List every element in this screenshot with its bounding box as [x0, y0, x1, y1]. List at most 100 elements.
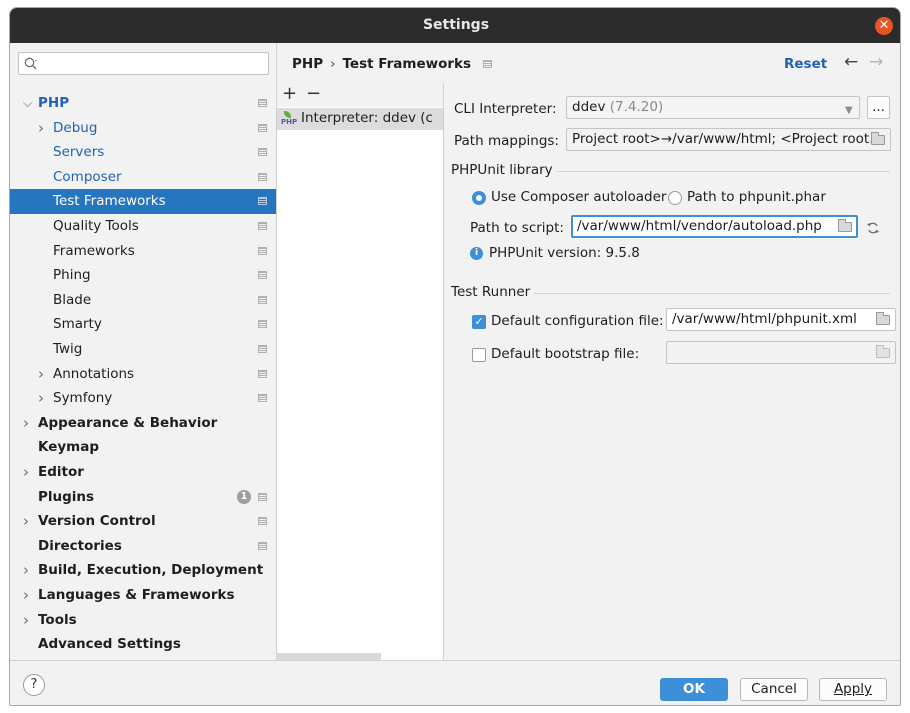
sidebar-item[interactable]: Servers [10, 140, 276, 165]
sidebar-item[interactable]: Blade [10, 288, 276, 313]
sidebar-item[interactable]: ⌵ PHP [10, 91, 276, 116]
horizontal-scrollbar[interactable] [277, 653, 381, 660]
project-scope-icon [258, 172, 267, 181]
remove-interpreter-button[interactable]: − [306, 83, 321, 104]
path-to-script-label: Path to script: [470, 220, 564, 236]
settings-dialog: Settings ✕ ⌵ PHP › Debug Servers Composer Test… [9, 7, 901, 706]
sidebar-item-label: PHP [38, 95, 70, 111]
sidebar-item-label: Quality Tools [53, 218, 139, 234]
back-arrow-icon[interactable]: ← [844, 52, 858, 72]
add-interpreter-button[interactable]: + [282, 83, 297, 104]
chevron-right-icon[interactable]: › [23, 583, 35, 607]
ok-button[interactable]: OK [660, 678, 728, 701]
project-scope-icon [258, 123, 267, 132]
sidebar-item[interactable]: › Appearance & Behavior [10, 411, 276, 436]
section-separator [534, 293, 890, 294]
cli-interpreter-select[interactable]: ddev (7.4.20) ▼ [566, 96, 860, 119]
project-scope-icon [258, 271, 267, 280]
interpreter-list-panel: + − PHP Interpreter: ddev (c [277, 83, 443, 660]
sidebar-item[interactable]: Quality Tools [10, 214, 276, 239]
sidebar-item[interactable]: › Debug [10, 116, 276, 141]
chevron-right-icon[interactable]: › [38, 116, 50, 140]
browse-interpreters-button[interactable]: ... [867, 96, 890, 119]
breadcrumb-php[interactable]: PHP [292, 56, 323, 72]
sidebar-item-label: Symfony [53, 390, 113, 407]
sidebar-item[interactable]: › Symfony [10, 386, 276, 411]
default-bootstrap-checkbox[interactable] [472, 348, 486, 362]
chevron-right-icon[interactable]: › [23, 411, 35, 435]
cli-interpreter-version: (7.4.20) [609, 99, 664, 115]
sidebar-item[interactable]: › Version Control [10, 509, 276, 534]
sidebar-item[interactable]: Test Frameworks [10, 189, 276, 214]
sidebar-item[interactable]: Advanced Settings [10, 632, 276, 657]
apply-button[interactable]: Apply [819, 678, 887, 701]
sidebar-item[interactable]: Directories [10, 534, 276, 559]
sidebar-item[interactable]: › Tools [10, 608, 276, 633]
sidebar-item[interactable]: Keymap [10, 435, 276, 460]
chevron-right-icon[interactable]: › [38, 362, 50, 386]
default-config-input[interactable]: /var/www/html/phpunit.xml [666, 308, 896, 331]
sidebar-item-label: Keymap [38, 439, 100, 456]
search-input[interactable] [18, 52, 269, 75]
chevron-right-icon[interactable]: › [23, 558, 35, 582]
project-scope-icon [258, 99, 267, 107]
phpunit-library-section: PHPUnit library [451, 162, 553, 178]
forward-arrow-icon[interactable]: → [869, 52, 883, 72]
info-icon: i [470, 247, 483, 260]
chevron-down-icon[interactable]: ⌵ [23, 91, 35, 115]
cancel-button[interactable]: Cancel [740, 678, 808, 701]
sidebar-item[interactable]: Composer [10, 165, 276, 190]
sidebar-item[interactable]: Twig [10, 337, 276, 362]
sidebar-item[interactable]: › Editor [10, 460, 276, 485]
folder-icon[interactable] [876, 312, 890, 325]
sidebar-item[interactable]: › Languages & Frameworks [10, 583, 276, 608]
default-config-checkbox[interactable]: ✓ [472, 315, 486, 329]
section-separator [557, 171, 890, 172]
sidebar-item[interactable]: › Build, Execution, Deployment [10, 558, 276, 583]
chevron-down-icon: ▼ [845, 105, 853, 116]
window-title: Settings [422, 17, 490, 33]
close-button[interactable]: ✕ [875, 17, 893, 35]
cli-interpreter-value: ddev [572, 99, 606, 115]
sidebar-item-label: Languages & Frameworks [38, 587, 235, 603]
folder-icon [876, 345, 890, 358]
help-button[interactable]: ? [23, 674, 45, 696]
breadcrumb-current: Test Frameworks [342, 56, 472, 72]
composer-autoloader-label[interactable]: Use Composer autoloader [491, 189, 666, 205]
settings-tree-panel: ⌵ PHP › Debug Servers Composer Test Frameworks… [10, 43, 276, 660]
chevron-right-icon[interactable]: › [38, 386, 50, 410]
project-scope-icon [258, 492, 267, 501]
sidebar-item[interactable]: Smarty [10, 312, 276, 337]
project-scope-icon [258, 148, 267, 157]
folder-icon[interactable] [871, 132, 885, 145]
path-mappings-field[interactable]: Project root>→/var/www/html; <Project ro… [566, 128, 891, 151]
test-runner-section: Test Runner [451, 284, 531, 300]
sidebar-item-label: Test Frameworks [53, 193, 166, 210]
sidebar-item-label: Advanced Settings [38, 636, 181, 653]
sidebar-item-label: Annotations [53, 365, 135, 382]
sidebar-item[interactable]: Plugins 1 [10, 485, 276, 510]
refresh-icon[interactable] [866, 221, 880, 235]
phpunit-phar-radio[interactable] [668, 191, 682, 205]
chevron-right-icon[interactable]: › [23, 509, 35, 533]
project-scope-icon [258, 345, 267, 353]
phpunit-phar-label[interactable]: Path to phpunit.phar [687, 189, 826, 205]
reset-link[interactable]: Reset [784, 56, 827, 72]
sidebar-item[interactable]: Frameworks [10, 239, 276, 264]
sidebar-item[interactable]: › Annotations [10, 362, 276, 387]
interpreter-list-item[interactable]: PHP Interpreter: ddev (c [277, 108, 443, 130]
default-bootstrap-label[interactable]: Default bootstrap file: [491, 346, 639, 362]
sidebar-item-label: Frameworks [53, 242, 135, 259]
dialog-footer: ? OK Cancel Apply [10, 660, 900, 705]
path-mappings-value: Project root>→/var/www/html; <Project ro… [572, 131, 883, 147]
path-to-script-input[interactable]: /var/www/html/vendor/autoload.php [571, 215, 858, 238]
php-icon: PHP [281, 111, 297, 126]
chevron-right-icon[interactable]: › [23, 608, 35, 632]
chevron-right-icon[interactable]: › [23, 460, 35, 484]
sidebar-item[interactable]: Phing [10, 263, 276, 288]
composer-autoloader-radio[interactable] [472, 191, 486, 205]
project-scope-icon [258, 541, 267, 550]
project-scope-icon [258, 394, 267, 403]
folder-icon[interactable] [838, 219, 852, 232]
default-config-label[interactable]: Default configuration file: [491, 313, 664, 329]
